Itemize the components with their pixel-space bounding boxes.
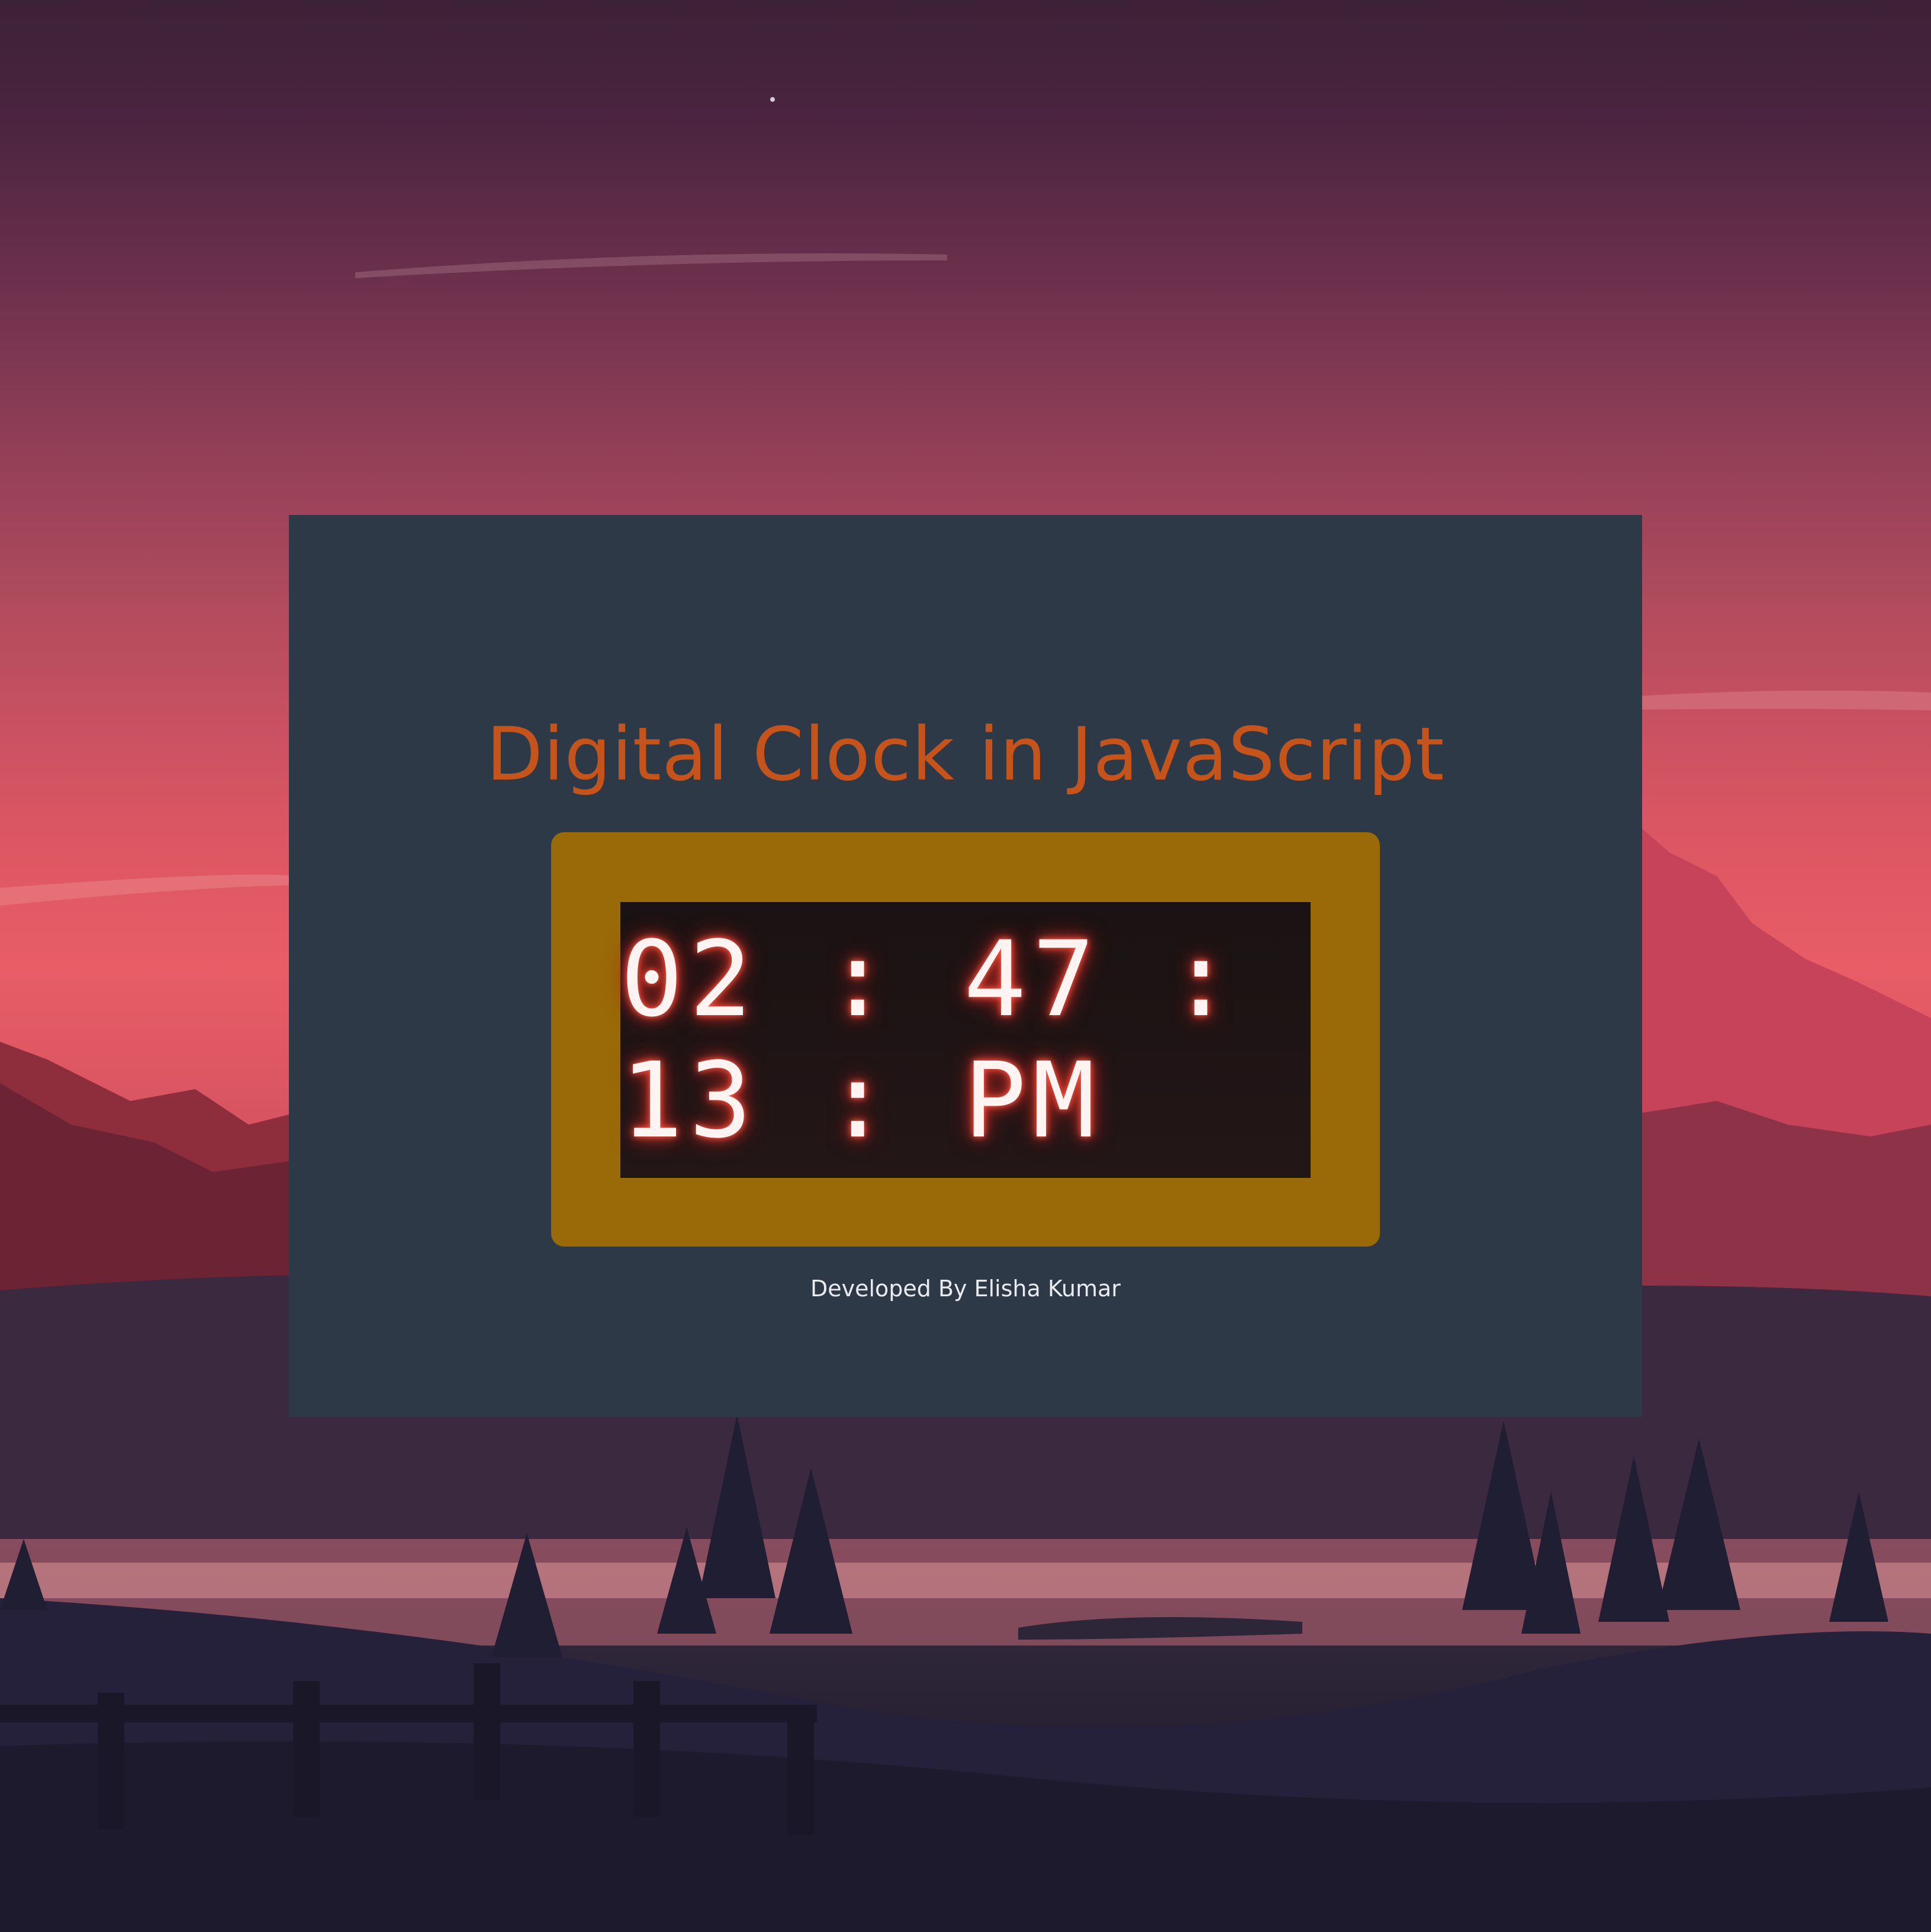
star-icon (770, 97, 775, 102)
clock-time-display: 02 : 47 : 13 : PM (620, 919, 1238, 1161)
page-title: Digital Clock in JavaScript (486, 712, 1445, 797)
developer-credit: Developed By Elisha Kumar (810, 1276, 1121, 1302)
